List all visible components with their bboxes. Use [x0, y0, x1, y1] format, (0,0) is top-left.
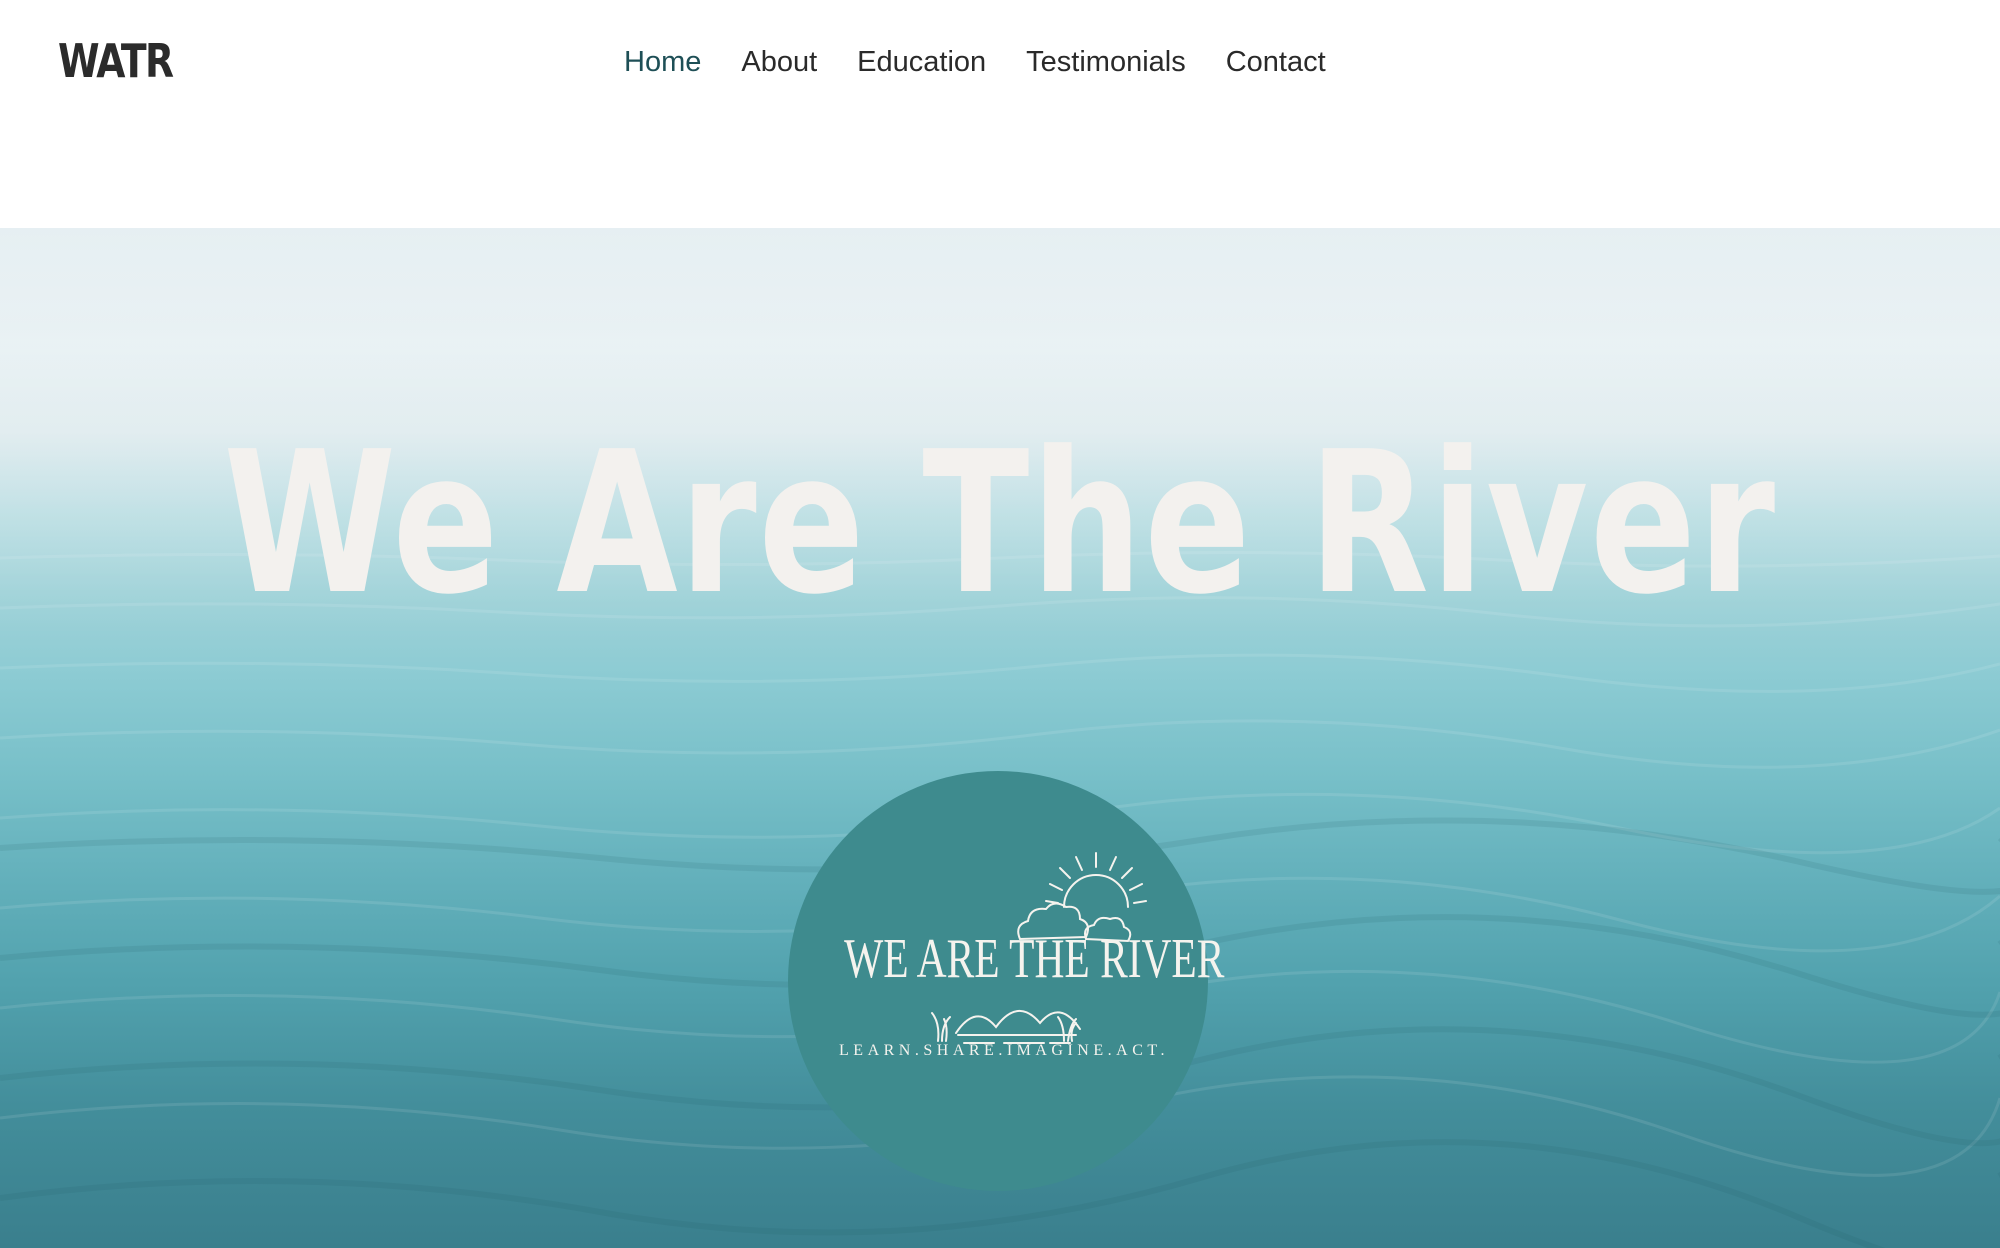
hero-title: We Are The River: [223, 410, 1777, 638]
nav-contact[interactable]: Contact: [1226, 40, 1326, 84]
hero-section: We Are The River WE ARE THE RIVER LEARN.…: [0, 228, 2000, 1248]
nav-testimonials[interactable]: Testimonials: [1026, 40, 1186, 84]
nav-about[interactable]: About: [741, 40, 817, 84]
site-logo[interactable]: WATR: [58, 28, 174, 94]
badge-title: WE ARE THE RIVER: [844, 928, 1225, 990]
site-header: WATR Home About Education Testimonials C…: [0, 0, 2000, 228]
brand-badge: WE ARE THE RIVER LEARN.SHARE.IMAGINE.ACT…: [788, 771, 1225, 1191]
badge-tagline: LEARN.SHARE.IMAGINE.ACT.: [839, 1042, 1169, 1059]
main-nav: Home About Education Testimonials Contac…: [624, 40, 1366, 84]
nav-home[interactable]: Home: [624, 40, 701, 84]
nav-education[interactable]: Education: [857, 40, 986, 84]
